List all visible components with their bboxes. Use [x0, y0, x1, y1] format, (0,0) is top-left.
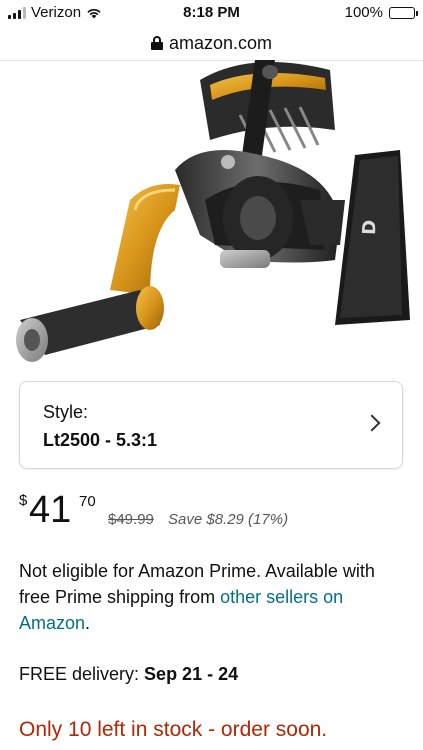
delivery-label: FREE delivery: — [19, 664, 145, 684]
style-value: Lt2500 - 5.3:1 — [43, 430, 158, 450]
battery-percent: 100% — [344, 4, 383, 21]
style-selector[interactable]: Style: Lt2500 - 5.3:1 — [19, 381, 403, 469]
style-label: Style: — [43, 402, 89, 422]
prime-eligibility: Not eligible for Amazon Prime. Available… — [19, 558, 409, 636]
product-image[interactable]: D — [0, 60, 423, 370]
url-text[interactable]: amazon.com — [169, 33, 272, 54]
fishing-reel-image: D — [16, 60, 410, 362]
status-bar: Verizon 8:18 PM 100% — [0, 0, 423, 26]
savings-text: Save $8.29 (17%) — [168, 511, 289, 528]
delivery-dates: Sep 21 - 24 — [144, 664, 239, 684]
price-whole: 41 — [29, 489, 72, 531]
lock-icon — [150, 36, 163, 50]
battery-info: 100% — [344, 4, 418, 21]
address-bar[interactable]: amazon.com — [0, 26, 423, 61]
battery-icon — [389, 6, 418, 19]
chevron-right-icon — [363, 414, 381, 432]
brand-logo: D — [359, 219, 381, 235]
stock-message: Only 10 left in stock - order soon. — [19, 718, 328, 741]
prime-text-end: . — [85, 613, 91, 633]
price-fraction: 70 — [79, 493, 96, 510]
price-currency: $ — [19, 492, 28, 509]
list-price: $49.99 — [108, 511, 154, 528]
delivery-info: FREE delivery: Sep 21 - 24 — [19, 664, 238, 685]
